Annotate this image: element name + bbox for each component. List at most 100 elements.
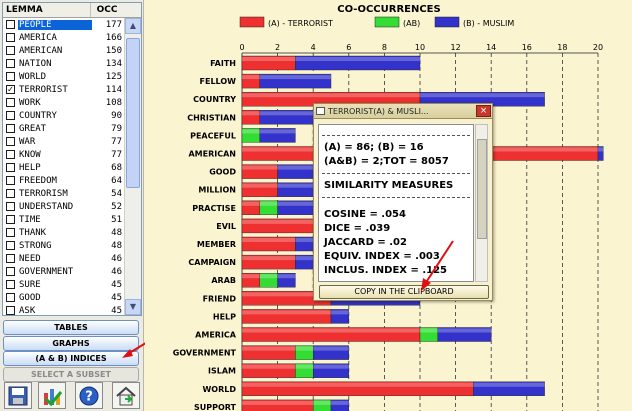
popup-text-area[interactable]: (A) = 86; (B) = 16 (A&B) = 2;TOT = 8057 … xyxy=(318,124,474,282)
x-tick-label: 2 xyxy=(275,43,280,52)
bar-highlight xyxy=(242,75,260,80)
graphs-button[interactable]: GRAPHS xyxy=(3,336,139,351)
bar-highlight xyxy=(242,165,278,170)
lemma-checkbox[interactable] xyxy=(6,293,15,302)
lemma-row[interactable]: WAR 77 xyxy=(3,135,125,148)
category-label: FELLOW xyxy=(200,77,237,86)
save-button[interactable] xyxy=(4,382,32,409)
lemma-checkbox[interactable] xyxy=(6,280,15,289)
category-label: WORLD xyxy=(202,385,236,394)
lemma-row[interactable]: KNOW 77 xyxy=(3,148,125,161)
lemma-checkbox[interactable] xyxy=(6,202,15,211)
lemma-checkbox[interactable] xyxy=(6,215,15,224)
lemma-checkbox[interactable] xyxy=(6,254,15,263)
bar-highlight xyxy=(331,310,349,315)
lemma-checkbox[interactable] xyxy=(6,163,15,172)
lemma-scrollbar[interactable]: ▲ ▼ xyxy=(124,18,141,315)
lemma-row[interactable]: ✓ TERRORIST 114 xyxy=(3,83,125,96)
scroll-up-arrow-icon[interactable]: ▲ xyxy=(125,18,141,34)
lemma-checkbox[interactable] xyxy=(6,189,15,198)
counts-line: (A) = 86; (B) = 16 xyxy=(324,142,424,153)
lemma-row[interactable]: WORLD 125 xyxy=(3,70,125,83)
lemma-row[interactable]: NATION 134 xyxy=(3,57,125,70)
lemma-row[interactable]: WORK 108 xyxy=(3,96,125,109)
category-label: PRACTISE xyxy=(192,204,236,213)
lemma-checkbox[interactable] xyxy=(6,20,15,29)
category-label: MEMBER xyxy=(197,240,236,249)
category-label: CHRISTIAN xyxy=(187,113,236,122)
lemma-table-header: LEMMA OCC xyxy=(3,3,141,18)
lemma-row[interactable]: TERRORISM 54 xyxy=(3,187,125,200)
lemma-row[interactable]: AMERICA 166 xyxy=(3,31,125,44)
lemma-word: NEED xyxy=(19,253,41,264)
lemma-occ: 77 xyxy=(111,136,122,147)
lemma-checkbox[interactable] xyxy=(6,98,15,107)
popup-scroll-thumb[interactable] xyxy=(477,139,487,239)
popup-title-bar[interactable]: TERRORIST(A) & MUSLI... × xyxy=(314,104,492,119)
bar-highlight xyxy=(242,57,296,61)
lemma-checkbox[interactable] xyxy=(6,241,15,250)
lemma-row[interactable]: NEED 46 xyxy=(3,252,125,265)
lemma-checkbox[interactable] xyxy=(6,59,15,68)
lemma-row[interactable]: FREEDOM 64 xyxy=(3,174,125,187)
lemma-occ: 166 xyxy=(105,32,122,43)
lemma-word: COUNTRY xyxy=(19,110,57,121)
x-tick-label: 10 xyxy=(415,43,425,52)
column-header-lemma[interactable]: LEMMA xyxy=(3,3,91,17)
lemma-checkbox[interactable] xyxy=(6,228,15,237)
lemma-checkbox[interactable] xyxy=(6,33,15,42)
category-label: FRIEND xyxy=(203,294,237,303)
lemma-row[interactable]: GOOD 45 xyxy=(3,291,125,304)
lemma-checkbox[interactable] xyxy=(6,111,15,120)
help-button[interactable]: ? xyxy=(75,382,103,409)
tables-button[interactable]: TABLES xyxy=(3,320,139,335)
lemma-table[interactable]: LEMMA OCC PEOPLE 177 AMERICA 166 AMERICAN 150… xyxy=(2,2,142,316)
lemma-row[interactable]: STRONG 48 xyxy=(3,239,125,252)
lemma-row[interactable]: HELP 68 xyxy=(3,161,125,174)
select-subset-button[interactable]: SELECT A SUBSET xyxy=(3,367,139,382)
lemma-checkbox[interactable] xyxy=(6,72,15,81)
lemma-checkbox[interactable] xyxy=(6,150,15,159)
lemma-row[interactable]: AMERICAN 150 xyxy=(3,44,125,57)
scroll-down-arrow-icon[interactable]: ▼ xyxy=(125,299,141,315)
lemma-checkbox[interactable] xyxy=(6,176,15,185)
lemma-row[interactable]: GOVERNMENT 46 xyxy=(3,265,125,278)
bar-highlight xyxy=(313,400,331,405)
lemma-row[interactable]: PEOPLE 177 xyxy=(3,18,125,31)
lemma-row[interactable]: ASK 45 xyxy=(3,304,125,315)
similarity-popup-window[interactable]: TERRORIST(A) & MUSLI... × (A) = 86; (B) … xyxy=(313,103,493,301)
bar-highlight xyxy=(295,57,420,61)
lemma-checkbox[interactable] xyxy=(6,306,15,315)
lemma-occ: 45 xyxy=(111,292,122,303)
bar-highlight xyxy=(242,346,296,351)
scroll-thumb[interactable] xyxy=(126,38,140,188)
lemma-word: STRONG xyxy=(19,240,52,251)
column-header-occ[interactable]: OCC xyxy=(91,3,123,17)
lemma-row[interactable]: COUNTRY 90 xyxy=(3,109,125,122)
totals-line: (A&B) = 2;TOT = 8057 xyxy=(324,156,449,167)
x-tick-label: 20 xyxy=(593,43,603,52)
ab-indices-button[interactable]: (A & B) INDICES xyxy=(3,351,139,366)
bar-highlight xyxy=(259,75,331,80)
close-icon[interactable]: × xyxy=(476,105,491,117)
lemma-checkbox[interactable] xyxy=(6,124,15,133)
popup-scrollbar[interactable] xyxy=(475,124,488,282)
lemma-row[interactable]: GREAT 79 xyxy=(3,122,125,135)
check-chart-button[interactable] xyxy=(38,382,66,409)
dice-value: DICE = .039 xyxy=(324,223,391,234)
lemma-row[interactable]: THANK 48 xyxy=(3,226,125,239)
bar-highlight xyxy=(259,201,278,206)
copy-clipboard-button[interactable]: COPY IN THE CLIPBOARD xyxy=(319,285,489,299)
lemma-row[interactable]: SURE 45 xyxy=(3,278,125,291)
lemma-checkbox[interactable] xyxy=(6,137,15,146)
home-button[interactable] xyxy=(112,382,140,409)
lemma-occ: 125 xyxy=(105,71,122,82)
window-icon xyxy=(316,107,325,115)
lemma-row[interactable]: TIME 51 xyxy=(3,213,125,226)
lemma-checkbox[interactable] xyxy=(6,46,15,55)
divider xyxy=(322,135,470,136)
lemma-checkbox[interactable]: ✓ xyxy=(6,85,15,94)
lemma-row[interactable]: UNDERSTAND 52 xyxy=(3,200,125,213)
category-label: AMERICA xyxy=(195,331,237,340)
lemma-checkbox[interactable] xyxy=(6,267,15,276)
